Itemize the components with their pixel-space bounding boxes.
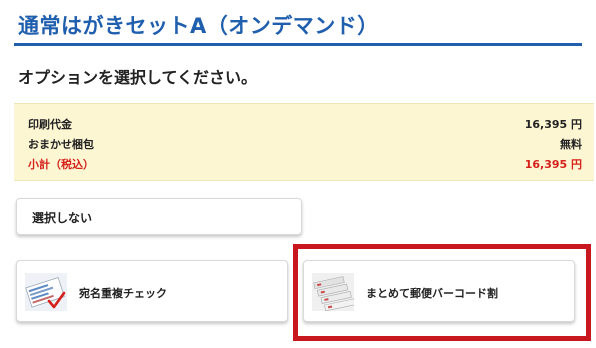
address-check-thumbnail-icon xyxy=(25,273,67,311)
postal-barcode-discount-button[interactable]: まとめて郵便バーコード割 xyxy=(303,260,575,322)
summary-row-packing: おまかせ梱包 無料 xyxy=(28,136,582,152)
no-option-button[interactable]: 選択しない xyxy=(16,198,302,235)
no-option-label: 選択しない xyxy=(32,211,93,225)
price-summary: 印刷代金 16,395 円 おまかせ梱包 無料 小計（税込） 16,395 円 xyxy=(14,103,594,181)
summary-value: 16,395 円 xyxy=(524,158,582,171)
summary-row-print-cost: 印刷代金 16,395 円 xyxy=(28,116,582,132)
postal-barcode-thumbnail-icon xyxy=(312,273,354,311)
page-title: 通常はがきセットA（オンデマンド） xyxy=(18,14,379,38)
summary-label: 印刷代金 xyxy=(28,118,72,131)
option-label: 宛名重複チェック xyxy=(79,287,167,300)
summary-label: おまかせ梱包 xyxy=(28,138,94,151)
option-label: まとめて郵便バーコード割 xyxy=(366,287,498,300)
option-prompt: オプションを選択してください。 xyxy=(18,68,258,87)
summary-label: 小計（税込） xyxy=(28,158,94,171)
summary-value: 16,395 円 xyxy=(524,118,582,131)
summary-row-subtotal: 小計（税込） 16,395 円 xyxy=(28,156,582,172)
address-duplicate-check-button[interactable]: 宛名重複チェック xyxy=(16,260,288,322)
page-header: 通常はがきセットA（オンデマンド） xyxy=(14,4,582,46)
summary-value: 無料 xyxy=(560,138,582,151)
